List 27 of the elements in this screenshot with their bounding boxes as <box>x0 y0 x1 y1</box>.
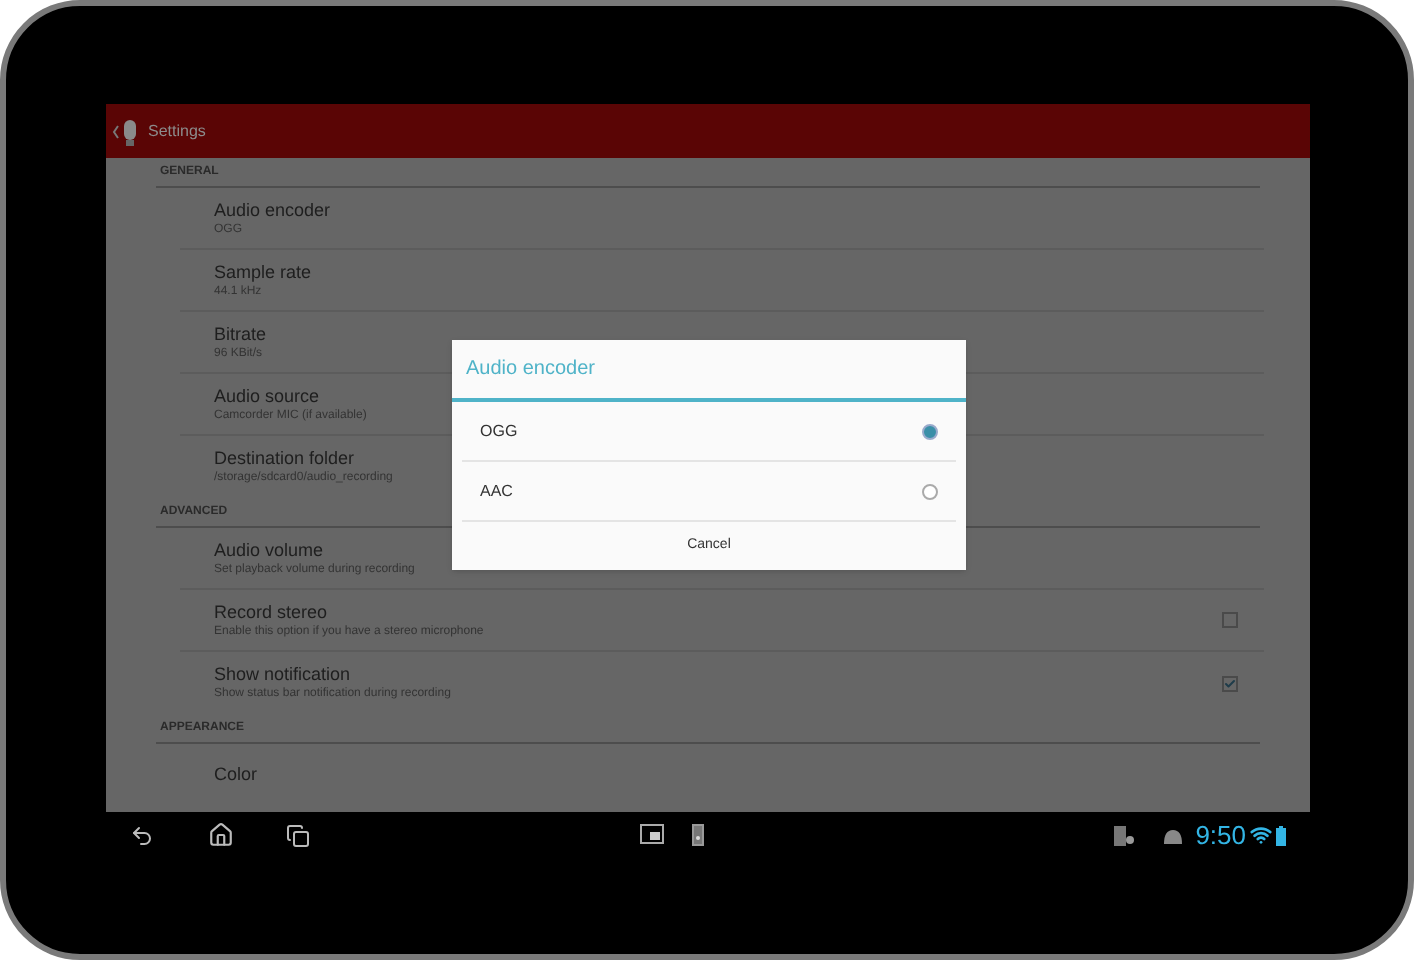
setting-title[interactable]: Destination folder <box>214 450 355 468</box>
home-icon[interactable] <box>208 822 234 848</box>
recent-apps-icon[interactable] <box>286 823 310 847</box>
sd-card-icon <box>1113 825 1134 845</box>
setting-title[interactable]: Show notification <box>214 666 351 684</box>
setting-title[interactable]: Audio encoder <box>214 201 331 219</box>
setting-title[interactable]: Audio volume <box>214 541 324 559</box>
dialog-title: Audio encoder <box>466 356 595 384</box>
radio-option[interactable]: AAC <box>462 462 956 522</box>
battery-icon <box>1276 825 1286 845</box>
radio-button[interactable] <box>922 483 938 499</box>
radio-button[interactable] <box>922 423 938 439</box>
app-icon[interactable] <box>110 115 142 147</box>
action-bar-title: Settings <box>148 119 206 143</box>
setting-title[interactable]: Audio source <box>214 387 320 405</box>
setting-title[interactable]: Record stereo <box>214 603 328 621</box>
checkbox[interactable] <box>1222 612 1238 628</box>
device-icon[interactable] <box>691 824 704 846</box>
wifi-icon <box>1250 824 1272 846</box>
radio-option[interactable]: OGG <box>462 402 956 462</box>
checkbox[interactable] <box>1222 675 1238 691</box>
clock: 9:50 <box>1195 817 1246 854</box>
setting-title[interactable]: Color <box>214 766 258 784</box>
back-icon[interactable] <box>130 823 154 847</box>
setting-title[interactable]: Sample rate <box>214 263 312 281</box>
window-icon[interactable] <box>639 824 664 844</box>
setting-title[interactable]: Bitrate <box>214 325 267 343</box>
